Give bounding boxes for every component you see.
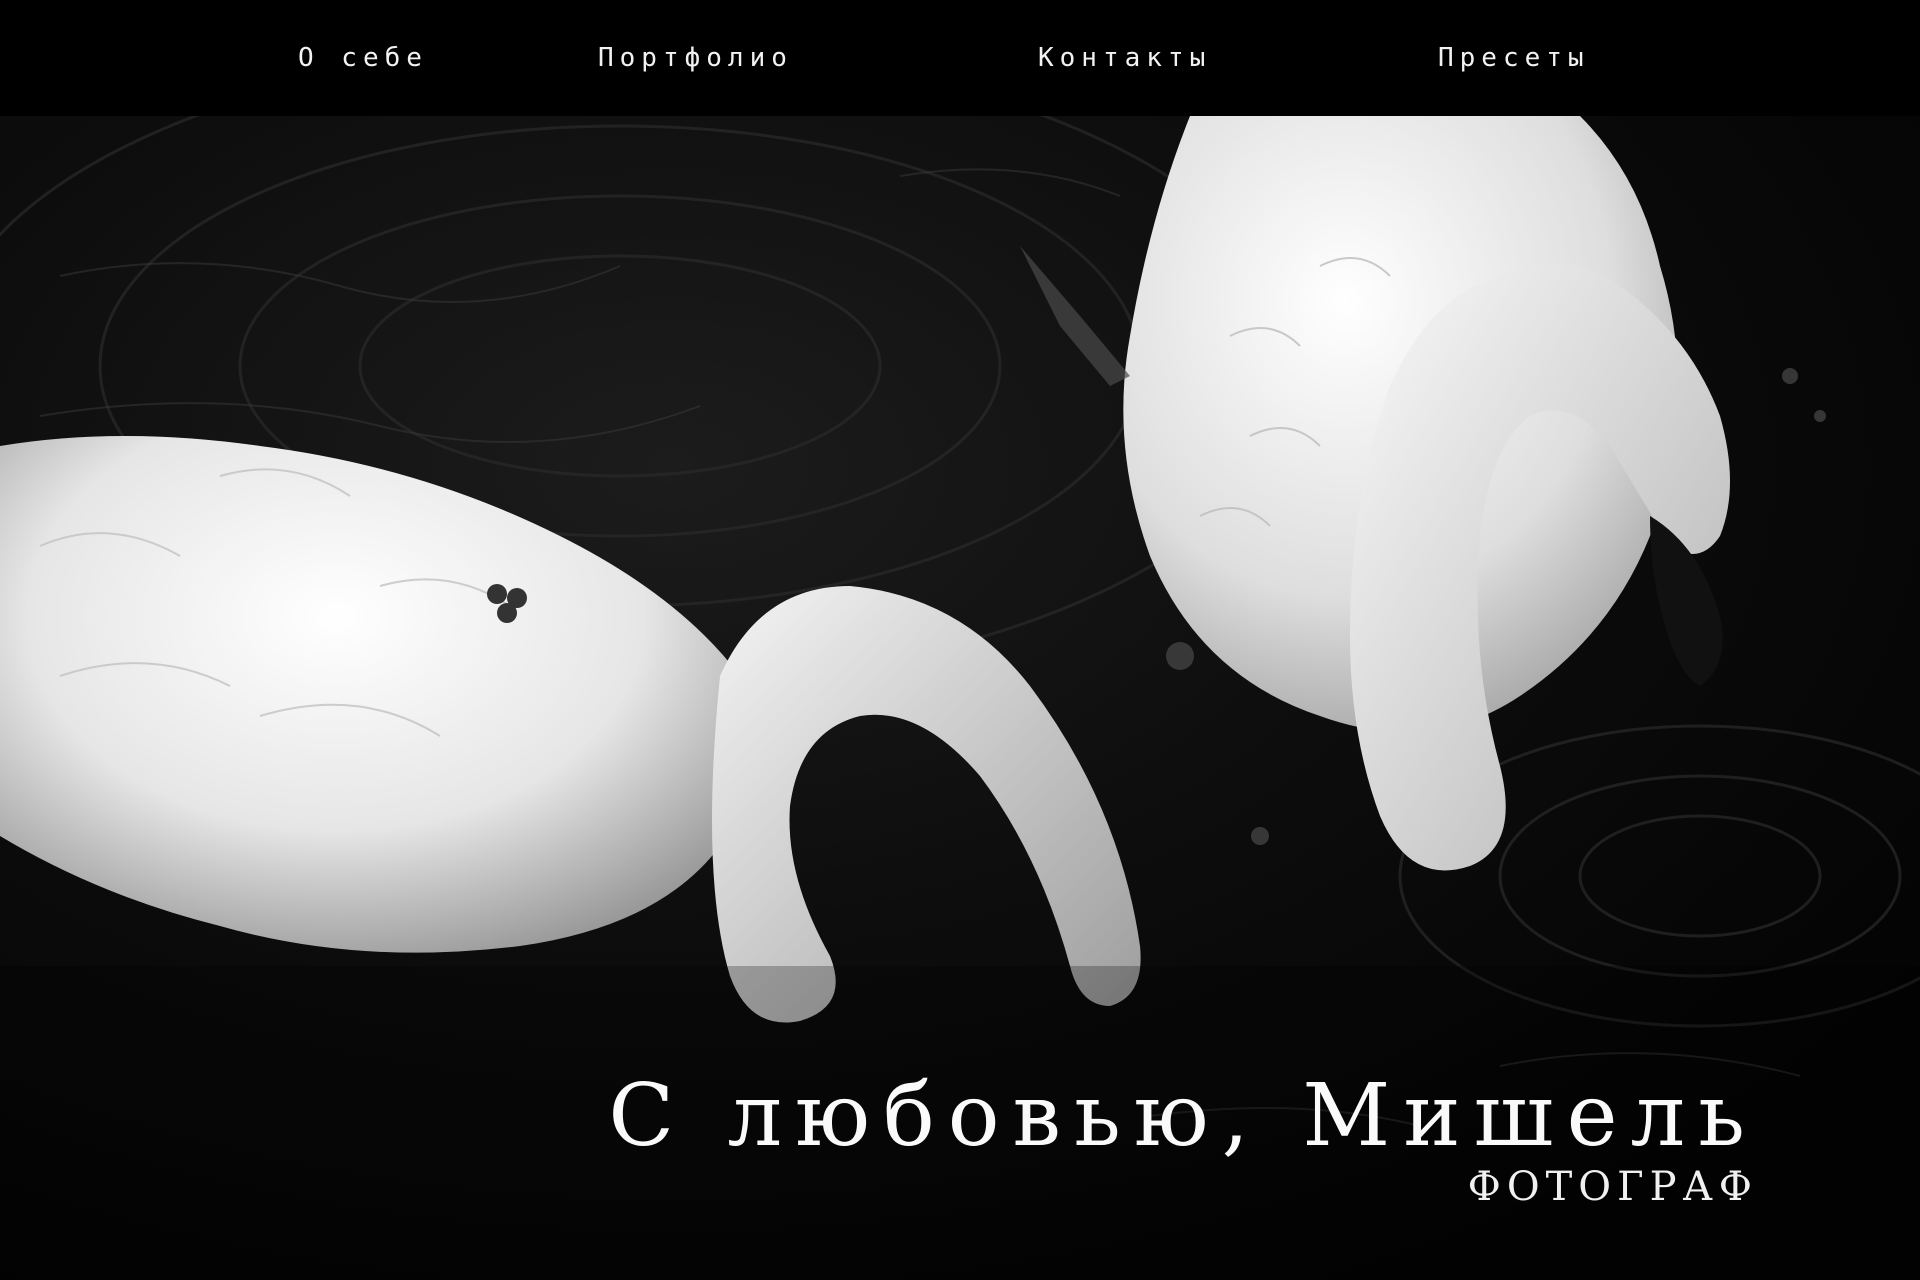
nav-link-presets[interactable]: Пресеты (1438, 40, 1590, 76)
hero-title: С любовью, Мишель (608, 1066, 1758, 1166)
hero-caption: С любовью, Мишель ФОТОГРАФ (358, 1068, 1758, 1210)
top-navigation: О себе Портфолио Контакты Пресеты (0, 0, 1920, 116)
hero-subtitle: ФОТОГРАФ (1467, 1164, 1758, 1210)
nav-link-contacts[interactable]: Контакты (1038, 40, 1211, 76)
nav-link-about[interactable]: О себе (298, 40, 428, 76)
nav-link-portfolio[interactable]: Портфолио (598, 40, 793, 76)
